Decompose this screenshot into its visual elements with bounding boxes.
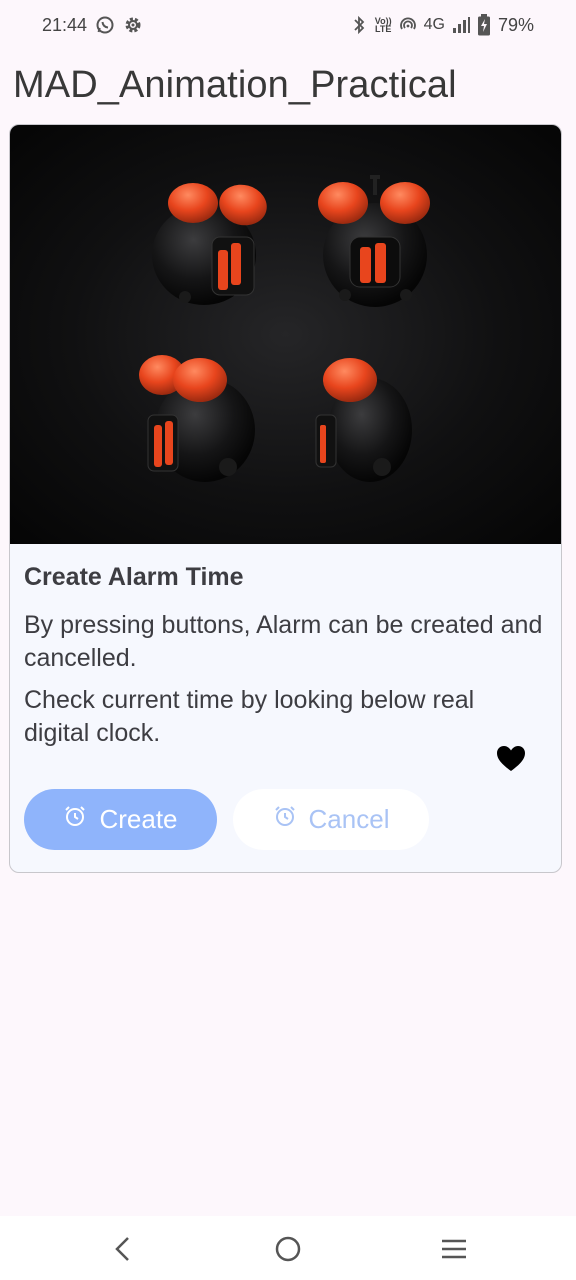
status-bar: 21:44 Vo)) LTE 4G 79% <box>0 0 576 50</box>
alarm-icon <box>63 804 87 835</box>
network-type: 4G <box>423 16 445 33</box>
create-button-label: Create <box>99 804 178 834</box>
navigation-bar <box>0 1216 576 1280</box>
app-title: MAD_Animation_Practical <box>13 64 457 106</box>
alarm-card: Create Alarm Time By pressing buttons, A… <box>9 124 562 873</box>
create-button[interactable]: Create <box>24 789 217 850</box>
battery-charging-icon <box>477 14 491 36</box>
hotspot-icon <box>399 16 417 34</box>
back-icon[interactable] <box>106 1232 140 1266</box>
volte-bottom-label: LTE <box>375 24 392 34</box>
status-right: Vo)) LTE 4G 79% <box>350 14 534 36</box>
menu-icon[interactable] <box>437 1232 471 1266</box>
heart-icon[interactable] <box>496 745 526 773</box>
cancel-button-label: Cancel <box>308 804 390 834</box>
clock-bottom-left <box>139 355 255 482</box>
bluetooth-icon <box>350 15 368 35</box>
clock-top-right <box>318 175 430 307</box>
card-clock-hint: Check current time by looking below real… <box>24 686 475 747</box>
card-title: Create Alarm Time <box>24 563 244 591</box>
volte-icon: Vo)) LTE <box>375 17 392 34</box>
clock-top-left <box>152 183 267 305</box>
alarm-icon <box>273 804 297 835</box>
whatsapp-icon <box>95 15 115 35</box>
card-description: By pressing buttons, Alarm can be create… <box>24 611 543 672</box>
cancel-button[interactable]: Cancel <box>233 789 429 850</box>
battery-percent: 79% <box>497 14 534 35</box>
home-icon[interactable] <box>271 1232 305 1266</box>
clock-bottom-right <box>315 358 412 482</box>
status-left: 21:44 <box>42 15 143 36</box>
signal-icon <box>452 16 470 34</box>
settings-gear-icon <box>123 15 143 35</box>
status-time: 21:44 <box>42 14 88 35</box>
alarm-clocks-image <box>10 125 561 544</box>
